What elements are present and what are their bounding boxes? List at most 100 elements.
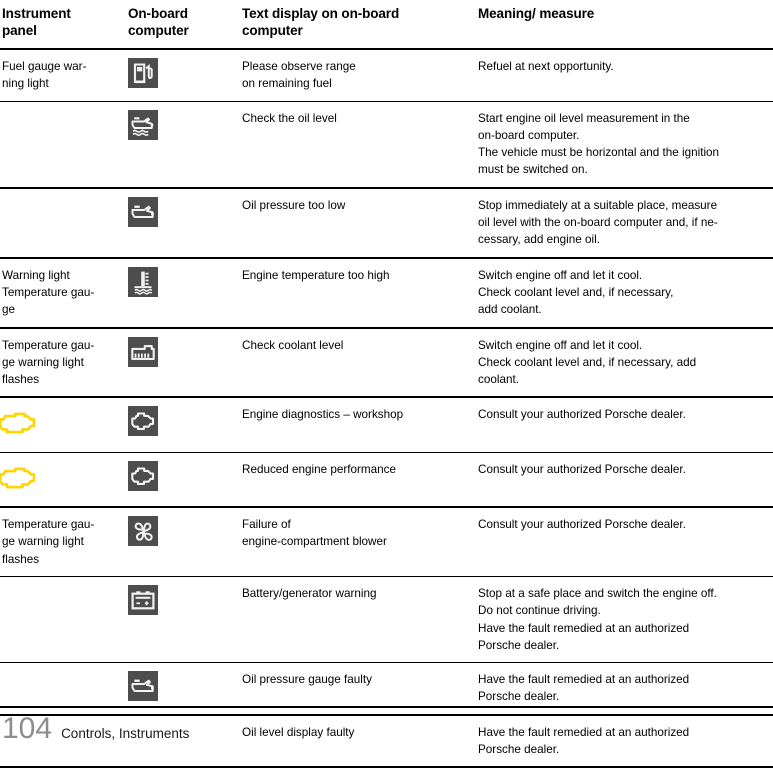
instrument-panel-line: Fuel gauge war- <box>2 60 87 73</box>
cell-text-display: Check the oil level <box>242 101 478 189</box>
instrument-panel-line: Temperature gau- <box>2 338 95 352</box>
meaning-measure-line: Stop at a safe place and switch the engi… <box>478 586 717 600</box>
meaning-measure-line: coolant. <box>478 373 519 387</box>
table-row: Warning light Temperature gau-ge Engine t… <box>0 257 773 329</box>
cell-meaning-measure: Stop immediately at a suitable place, me… <box>478 187 773 259</box>
cell-meaning-measure: Consult your authorized Porsche dealer. <box>478 452 773 509</box>
cell-text-display: Engine diagnostics – workshop <box>242 397 478 453</box>
meaning-measure-line: Switch engine off and let it cool. <box>478 268 643 282</box>
check-engine-tell-tale-icon <box>0 463 40 493</box>
meaning-measure-line: Porsche dealer. <box>478 638 560 652</box>
cell-meaning-measure: Consult your authorized Porsche dealer. <box>478 397 773 453</box>
engine-block-icon <box>128 460 158 491</box>
text-display-line: on remaining fuel <box>242 77 332 91</box>
meaning-measure-line: Have the fault remedied at an authorized <box>478 621 690 635</box>
page-section-title: Controls, Instruments <box>61 726 190 741</box>
meaning-measure-line: Stop immediately at a suitable place, me… <box>478 198 718 212</box>
meaning-measure-line: Have the fault remedied at an authorized <box>478 673 690 687</box>
warning-lights-table: Instrument panel On-board computer Text … <box>0 0 773 768</box>
meaning-measure-line: add coolant. <box>478 303 542 317</box>
instrument-panel-line: Temperature gau- <box>2 285 95 299</box>
cell-instrument-panel: Temperature gau-ge warning light flashes <box>0 327 120 399</box>
meaning-measure-line: The vehicle must be horizontal and the i… <box>478 146 720 160</box>
cell-text-display: Engine temperature too high <box>242 257 478 329</box>
column-header-line: computer <box>128 23 189 38</box>
instrument-panel-line: ning light <box>2 77 49 91</box>
text-display-line: Engine diagnostics – workshop <box>242 408 404 422</box>
cell-on-board-computer <box>120 257 242 329</box>
table-row: Fuel gauge war-ning light Please observe… <box>0 49 773 102</box>
coolant-temperature-icon <box>128 266 158 297</box>
engine-blower-fan-icon <box>128 516 158 547</box>
column-header-meaning-measure: Meaning/ measure <box>478 0 773 50</box>
text-display-line: Oil pressure too low <box>242 198 346 212</box>
text-display-line: Please observe range <box>242 60 356 73</box>
column-header-line: Meaning/ measure <box>478 6 595 21</box>
cell-text-display: Battery/generator warning <box>242 576 478 664</box>
footer-divider <box>0 706 773 708</box>
column-header-line: Text display on on-board <box>242 6 400 21</box>
table-header: Instrument panel On-board computer Text … <box>0 0 773 50</box>
column-header-instrument-panel: Instrument panel <box>0 0 120 50</box>
meaning-measure-line: Consult your authorized Porsche dealer. <box>478 408 686 422</box>
cell-instrument-panel <box>0 397 120 453</box>
text-display-line: Check coolant level <box>242 338 344 352</box>
meaning-measure-line: Switch engine off and let it cool. <box>478 338 643 352</box>
column-header-on-board-computer: On-board computer <box>120 0 242 50</box>
cell-instrument-panel <box>0 452 120 509</box>
cell-text-display: Check coolant level <box>242 327 478 399</box>
cell-on-board-computer <box>120 101 242 189</box>
meaning-measure-line: Start engine oil level measurement in th… <box>478 111 690 125</box>
text-display-line: Battery/generator warning <box>242 586 377 600</box>
battery-icon <box>128 584 158 615</box>
table-row: Check the oil level Start engine oil leve… <box>0 101 773 189</box>
table-row: Temperature gau-ge warning light flashes … <box>0 507 773 577</box>
cell-instrument-panel: Temperature gau-ge warning light flashes <box>0 507 120 577</box>
page-number: 104 <box>2 712 53 745</box>
cell-text-display: Failure of engine-compartment blower <box>242 507 478 577</box>
oil-can-level-icon <box>128 109 158 140</box>
cell-text-display: Please observe range on remaining fuel <box>242 49 478 102</box>
cell-on-board-computer <box>120 187 242 259</box>
instrument-panel-line: flashes <box>2 552 40 566</box>
cell-meaning-measure: Refuel at next opportunity. <box>478 49 773 102</box>
manual-page: Instrument panel On-board computer Text … <box>0 0 773 768</box>
coolant-level-icon <box>128 336 158 367</box>
text-display-line: Failure of <box>242 518 291 532</box>
cell-on-board-computer <box>120 49 242 102</box>
instrument-panel-line: ge warning light <box>2 535 84 549</box>
column-header-text-display: Text display on on-board computer <box>242 0 478 50</box>
instrument-panel-line: Temperature gau- <box>2 518 95 532</box>
cell-meaning-measure: Switch engine off and let it cool. Check … <box>478 257 773 329</box>
cell-on-board-computer <box>120 576 242 664</box>
text-display-line: engine-compartment blower <box>242 535 387 549</box>
table-row: Reduced engine performance Consult your a… <box>0 452 773 509</box>
instrument-panel-line: ge warning light <box>2 355 84 369</box>
fuel-pump-icon <box>128 58 158 88</box>
cell-instrument-panel <box>0 101 120 189</box>
meaning-measure-line: must be switched on. <box>478 163 588 177</box>
text-display-line: Oil pressure gauge faulty <box>242 673 372 687</box>
meaning-measure-line: Consult your authorized Porsche dealer. <box>478 462 686 476</box>
meaning-measure-line: on-board computer. <box>478 128 580 142</box>
oil-can-pressure-icon <box>128 196 158 227</box>
table-row: Temperature gau-ge warning light flashes … <box>0 327 773 399</box>
table-row: Engine diagnostics – workshop Consult you… <box>0 397 773 453</box>
table-body: Fuel gauge war-ning light Please observe… <box>0 49 773 768</box>
cell-on-board-computer <box>120 452 242 509</box>
engine-block-icon <box>128 406 158 437</box>
cell-instrument-panel <box>0 187 120 259</box>
table-row: Battery/generator warning Stop at a safe … <box>0 576 773 664</box>
cell-on-board-computer <box>120 397 242 453</box>
cell-on-board-computer <box>120 507 242 577</box>
meaning-measure-line: Porsche dealer. <box>478 690 560 704</box>
cell-instrument-panel: Warning light Temperature gau-ge <box>0 257 120 329</box>
meaning-measure-line: oil level with the on-board computer and… <box>478 216 718 230</box>
instrument-panel-line: ge <box>2 303 16 317</box>
text-display-line: Check the oil level <box>242 111 337 125</box>
meaning-measure-line: Refuel at next opportunity. <box>478 60 614 73</box>
meaning-measure-line: Do not continue driving. <box>478 604 601 618</box>
meaning-measure-line: Check coolant level and, if necessary, <box>478 285 674 299</box>
cell-meaning-measure: Switch engine off and let it cool. Check … <box>478 327 773 399</box>
column-header-line: On-board <box>128 6 188 21</box>
